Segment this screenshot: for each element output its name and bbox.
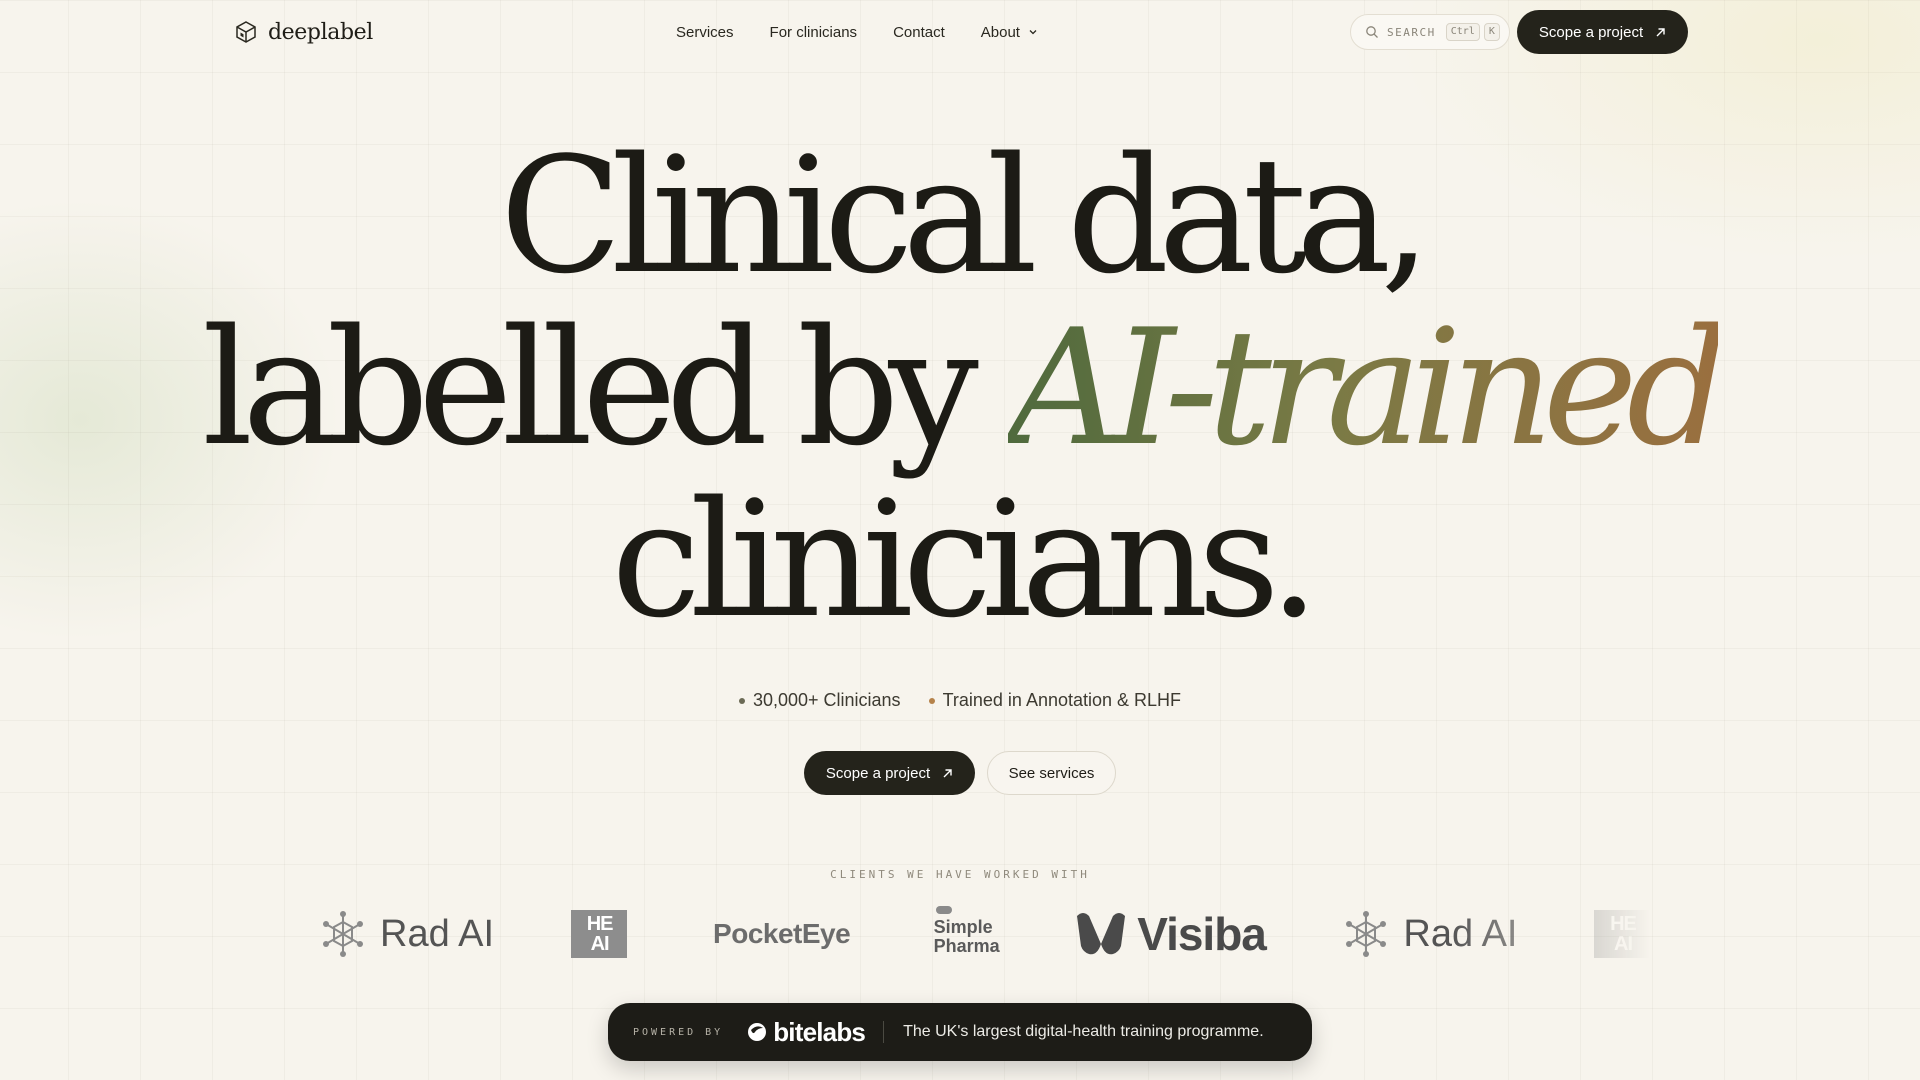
stat-clinicians: 30,000+ Clinicians xyxy=(738,690,901,711)
nav-link-about-label: About xyxy=(980,23,1020,41)
simple-pharma-line-1: Simple xyxy=(933,917,993,937)
rad-ai-mark-icon xyxy=(323,911,363,957)
hero-scope-project-button[interactable]: Scope a project xyxy=(804,751,975,795)
nav-scope-project-button[interactable]: Scope a project xyxy=(1517,10,1688,54)
he-ai-line-1: HE xyxy=(586,913,614,935)
brand-logo-link[interactable]: deeplabel xyxy=(234,16,373,48)
hero-line-1: Clinical data, xyxy=(499,122,1431,309)
brand-name: deeplabel xyxy=(268,19,373,45)
hero-accent-text: AI-trained xyxy=(1007,294,1729,481)
top-nav: deeplabel Services For clinicians Contac… xyxy=(0,10,1920,54)
stat-dot xyxy=(738,697,745,704)
clients-label: CLIENTS WE HAVE WORKED WITH xyxy=(830,868,1090,881)
he-ai-line-2: AI xyxy=(1614,933,1633,955)
see-services-button[interactable]: See services xyxy=(987,751,1116,795)
rad-ai-wordmark: Rad AI xyxy=(1403,912,1518,955)
search-label: SEARCH xyxy=(1387,25,1436,39)
powered-by-tagline: The UK's largest digital-health training… xyxy=(903,1023,1264,1040)
chevron-down-icon xyxy=(1029,30,1037,35)
bitelabs-wordmark: bitelabs xyxy=(773,1016,866,1047)
client-logo-he-ai: HE AI xyxy=(1594,910,1650,958)
search-button[interactable]: SEARCH Ctrl K xyxy=(1350,14,1510,50)
client-logo-visiba: Visiba xyxy=(1075,907,1267,961)
stat-training-text: Trained in Annotation & RLHF xyxy=(942,690,1182,710)
bitelabs-logo: bitelabs xyxy=(747,1016,866,1048)
hero-line-2-text: labelled by xyxy=(202,294,1008,481)
cube-icon xyxy=(236,21,256,43)
powered-by-banner[interactable]: POWERED BY bitelabs The UK's largest dig… xyxy=(608,1003,1312,1061)
simple-pharma-mark xyxy=(935,906,952,914)
nav-cta-label: Scope a project xyxy=(1538,23,1644,41)
nav-link-services[interactable]: Services xyxy=(676,24,734,41)
client-logo-he-ai: HE AI xyxy=(570,910,627,958)
client-logo-rad-ai: Rad AI xyxy=(320,910,494,958)
hero-ctas: Scope a project See services xyxy=(0,751,1920,795)
nav-link-contact[interactable]: Contact xyxy=(893,24,945,41)
shortcut-key-k: K xyxy=(1483,23,1500,41)
stat-dot xyxy=(928,697,935,704)
arrow-up-right-icon xyxy=(1656,27,1665,36)
client-logo-simple-pharma: Simple Pharma xyxy=(933,906,1000,956)
visiba-mark-icon xyxy=(1077,913,1126,955)
rad-ai-mark-icon xyxy=(1346,911,1387,957)
simple-pharma-line-2: Pharma xyxy=(933,936,1000,956)
shortcut-key-ctrl: Ctrl xyxy=(1445,23,1480,41)
stat-training: Trained in Annotation & RLHF xyxy=(928,690,1182,711)
stat-clinicians-text: 30,000+ Clinicians xyxy=(752,690,901,710)
nav-link-about[interactable]: About xyxy=(981,24,1038,41)
he-ai-line-1: HE xyxy=(1610,913,1637,935)
bitelabs-mark-icon xyxy=(748,1023,767,1041)
powered-by-label: POWERED BY xyxy=(633,1026,724,1038)
client-logo-rad-ai: Rad AI xyxy=(1343,910,1517,958)
banner-divider xyxy=(883,1021,885,1043)
hero-cta-label: Scope a project xyxy=(825,764,931,782)
hero-line-3: clinicians. xyxy=(611,466,1319,653)
hero-headline: Clinical data, labelled by AI-trained cl… xyxy=(0,130,1920,646)
nav-links: Services For clinicians Contact About xyxy=(676,10,1038,54)
client-logo-pocketeye: PocketEye xyxy=(713,918,851,949)
hero-line-2: labelled by AI-trained xyxy=(0,302,1920,474)
client-logos-carousel: Rad AI HE AI PocketEye Simple Pharma Vis… xyxy=(320,906,1650,962)
rad-ai-wordmark: Rad AI xyxy=(380,912,495,955)
hero-stats: 30,000+ Clinicians Trained in Annotation… xyxy=(0,690,1920,711)
search-icon xyxy=(1366,26,1378,38)
visiba-wordmark: Visiba xyxy=(1137,908,1267,960)
nav-link-for-clinicians[interactable]: For clinicians xyxy=(770,24,858,41)
he-ai-line-2: AI xyxy=(590,933,610,955)
search-shortcut: Ctrl K xyxy=(1445,23,1500,41)
arrow-up-right-icon xyxy=(943,768,952,777)
